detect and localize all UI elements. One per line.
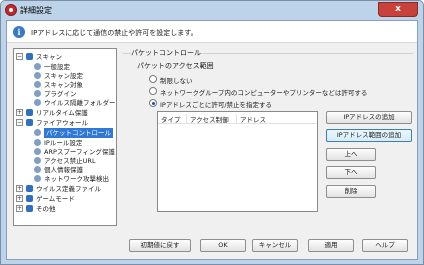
tree-item-label: その他: [36, 205, 56, 213]
firewall-icon: [26, 119, 33, 126]
delete-button[interactable]: 削除: [326, 185, 376, 198]
tree-item-label: ウイルス定義ファイル: [36, 185, 101, 193]
banner-text: IPアドレスに応じて通信の禁止や許可を設定します。: [31, 29, 198, 37]
ip-address-list[interactable]: タイプ アクセス制御 アドレス: [157, 111, 318, 212]
collapse-icon[interactable]: −: [16, 53, 23, 60]
expand-icon[interactable]: +: [16, 195, 23, 202]
tree-item-label: ゲームモード: [36, 195, 75, 203]
add-ip-range-button[interactable]: IPアドレス範囲の追加: [326, 129, 412, 142]
radio-label: 制限しない: [160, 77, 193, 85]
column-type[interactable]: タイプ: [158, 114, 186, 124]
cancel-button[interactable]: キャンセル: [252, 239, 298, 252]
radio-dot[interactable]: [149, 99, 157, 107]
radio-label: IPアドレスごとに許可/禁止を指定する: [160, 101, 273, 109]
close-button[interactable]: x: [378, 2, 418, 17]
collapse-icon[interactable]: −: [16, 119, 23, 126]
radio-dot[interactable]: [149, 75, 157, 83]
access-range-heading: パケットのアクセス範囲: [137, 62, 214, 70]
expand-icon[interactable]: +: [16, 205, 23, 212]
tree-item-label: ウイルス隔離フォルダー: [44, 99, 116, 107]
scan-icon: [26, 53, 33, 60]
radio-dot[interactable]: [149, 87, 157, 95]
tree-item-label: ファイアウォール: [36, 119, 88, 127]
settings-node-icon: [34, 63, 41, 70]
description-banner: i IPアドレスに応じて通信の禁止や許可を設定します。: [7, 21, 417, 43]
radio-label: ネットワークグループ内のコンピューターやプリンターなどは許可する: [160, 89, 368, 97]
list-header: タイプ アクセス制御 アドレス: [158, 112, 317, 124]
ok-button[interactable]: OK: [200, 239, 246, 252]
packet-control-group: パケットコントロール パケットのアクセス範囲 制限しない ネットワークグループ内…: [123, 48, 413, 226]
column-address[interactable]: アドレス: [236, 114, 316, 124]
tree-item-label: スキャン: [36, 53, 62, 61]
title-bar[interactable]: 詳細設定 x: [1, 1, 423, 20]
settings-node-icon: [34, 157, 41, 164]
settings-node-icon: [34, 90, 41, 97]
tree-item-label: ネットワーク攻撃検出: [44, 175, 109, 183]
tree-item-label: パケットコントロール: [44, 128, 113, 138]
group-title: パケットコントロール: [131, 48, 201, 58]
shield-icon: [26, 109, 33, 116]
tree-item-label: リアルタイム保護: [36, 109, 88, 117]
column-access-control[interactable]: アクセス制御: [186, 114, 236, 124]
move-up-button[interactable]: 上へ: [326, 148, 376, 161]
dialog-client-area: i IPアドレスに応じて通信の禁止や許可を設定します。 − スキャン 一般設定 …: [6, 20, 418, 260]
help-button[interactable]: ヘルプ: [362, 239, 408, 252]
expand-icon[interactable]: +: [16, 109, 23, 116]
definitions-icon: [26, 185, 33, 192]
add-ip-address-button[interactable]: IPアドレスの追加: [326, 111, 412, 124]
reset-defaults-button[interactable]: 初期値に戻す: [129, 239, 191, 252]
apply-button[interactable]: 適用: [308, 239, 354, 252]
settings-node-icon: [34, 175, 41, 182]
app-logo-icon: [5, 4, 17, 16]
settings-node-icon: [34, 148, 41, 155]
settings-node-icon: [34, 99, 41, 106]
settings-node-icon: [34, 166, 41, 173]
info-icon: i: [13, 26, 25, 38]
dialog-footer: 初期値に戻す OK キャンセル 適用 ヘルプ: [7, 235, 417, 259]
game-mode-icon: [26, 195, 33, 202]
expand-icon[interactable]: +: [16, 185, 23, 192]
window-title: 詳細設定: [20, 6, 52, 15]
settings-tree[interactable]: − スキャン 一般設定 スキャン設定 スキャン対象 プラグイン ウイルス隔離フォ…: [13, 48, 117, 226]
settings-node-icon: [34, 72, 41, 79]
move-down-button[interactable]: 下へ: [326, 166, 376, 179]
settings-window: 詳細設定 x i IPアドレスに応じて通信の禁止や許可を設定します。 − スキャ…: [0, 0, 424, 265]
settings-node-icon: [34, 139, 41, 146]
settings-node-icon: [34, 129, 41, 136]
settings-node-icon: [34, 81, 41, 88]
other-icon: [26, 205, 33, 212]
